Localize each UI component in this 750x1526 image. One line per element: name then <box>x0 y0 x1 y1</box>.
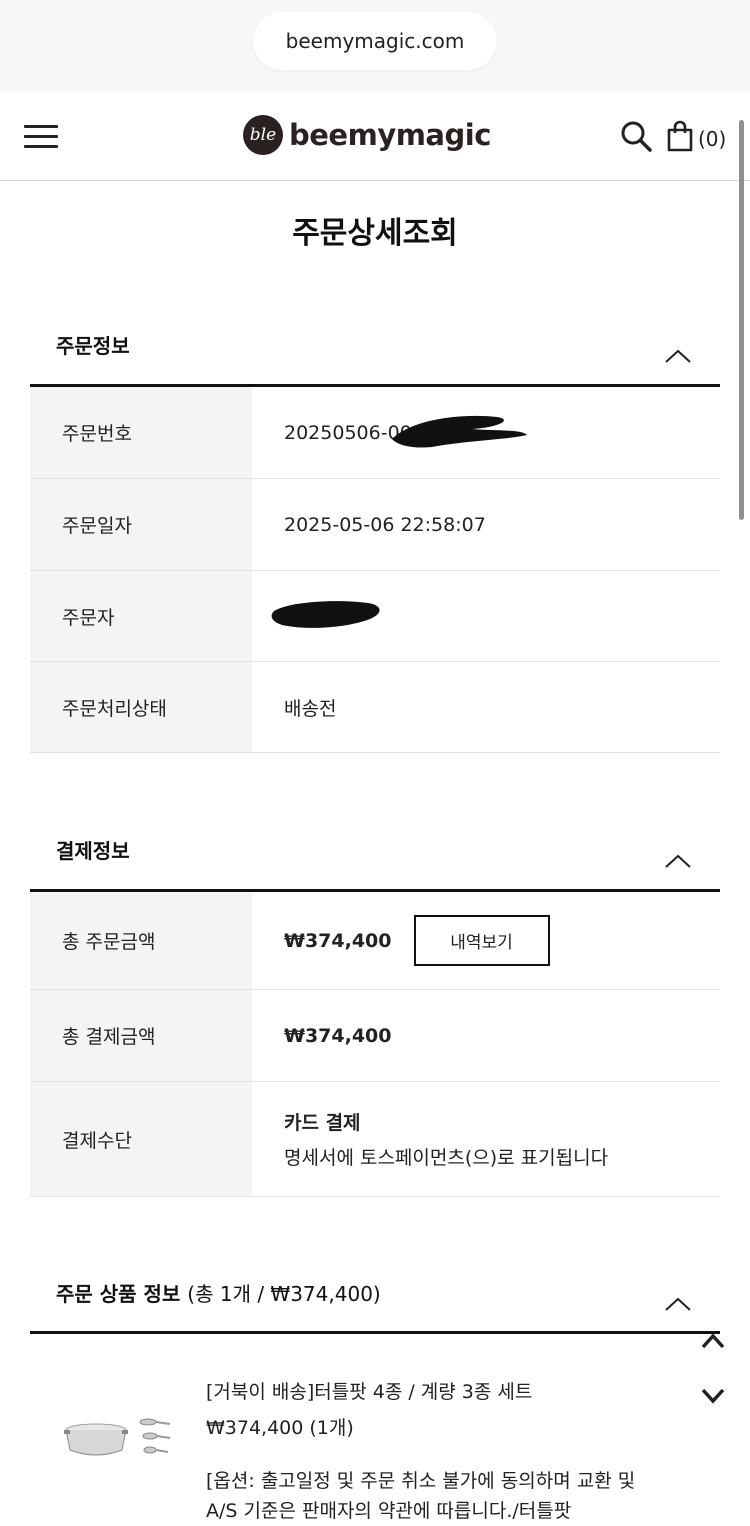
order-date-value: 2025-05-06 22:58:07 <box>284 513 486 536</box>
scroll-down-icon[interactable] <box>700 1387 726 1405</box>
menu-icon[interactable] <box>24 125 58 149</box>
products-summary: (총 1개 / ₩374,400) <box>187 1282 381 1306</box>
divider <box>30 1331 720 1334</box>
scroll-up-icon[interactable] <box>700 1332 726 1350</box>
payment-info-table: 총 주문금액 ₩374,400 내역보기 총 결제금액 ₩374,400 결제수… <box>30 889 720 1197</box>
redaction-mark <box>271 601 380 628</box>
order-info-title: 주문정보 <box>56 334 130 358</box>
order-number-value: 20250506-000 <box>252 387 720 478</box>
products-title: 주문 상품 정보 <box>56 1282 181 1306</box>
table-row: 총 주문금액 ₩374,400 내역보기 <box>30 892 720 990</box>
table-row: 주문처리상태 배송전 <box>30 662 720 753</box>
order-info-header[interactable]: 주문정보 <box>30 330 720 390</box>
scrollbar[interactable] <box>739 120 744 520</box>
logo-text: beemymagic <box>289 118 491 152</box>
order-status-value: 배송전 <box>284 697 337 720</box>
table-row: 주문자 <box>30 571 720 662</box>
site-header: ble beemymagic (0) <box>0 92 750 181</box>
cart-count: (0) <box>698 127 727 151</box>
orderer-value <box>252 571 720 661</box>
table-row: 주문일자 2025-05-06 22:58:07 <box>30 479 720 571</box>
table-row: 주문번호 20250506-000 <box>30 387 720 479</box>
redaction-mark <box>392 415 527 448</box>
url-bar[interactable]: beemymagic.com <box>253 12 497 70</box>
products-title-wrap: 주문 상품 정보 (총 1개 / ₩374,400) <box>56 1278 381 1307</box>
browser-url-area: beemymagic.com <box>0 0 750 92</box>
payment-method-label: 결제수단 <box>30 1082 252 1196</box>
order-info-table: 주문번호 20250506-000 주문일자 2025-05-06 22:58:… <box>30 384 720 753</box>
total-order-label: 총 주문금액 <box>30 892 252 989</box>
chevron-up-icon[interactable] <box>664 348 692 364</box>
cart-icon[interactable] <box>666 120 694 152</box>
product-name[interactable]: [거북이 배송]터틀팟 4종 / 계량 3종 세트 <box>206 1377 532 1404</box>
page-title: 주문상세조회 <box>292 216 458 251</box>
product-image[interactable] <box>60 1410 175 1462</box>
products-header[interactable]: 주문 상품 정보 (총 1개 / ₩374,400) <box>30 1278 720 1338</box>
total-order-value: ₩374,400 <box>284 929 392 952</box>
product-option: [옵션: 출고일정 및 주문 취소 불가에 동의하며 교환 및 A/S 기준은 … <box>206 1470 636 1522</box>
payment-info-title: 결제정보 <box>56 839 130 863</box>
payment-info-header[interactable]: 결제정보 <box>30 835 720 895</box>
order-number-label: 주문번호 <box>30 387 252 478</box>
order-status-label: 주문처리상태 <box>30 662 252 752</box>
logo[interactable]: ble beemymagic <box>243 115 491 155</box>
view-details-button[interactable]: 내역보기 <box>413 915 550 966</box>
search-icon[interactable] <box>620 120 652 152</box>
chevron-up-icon[interactable] <box>664 1296 692 1312</box>
product-price: ₩374,400 (1개) <box>206 1417 354 1439</box>
table-row: 총 결제금액 ₩374,400 <box>30 990 720 1082</box>
total-paid-value: ₩374,400 <box>284 1024 392 1047</box>
payment-method-cell: 카드 결제 명세서에 토스페이먼츠(으)로 표기됩니다 <box>252 1082 720 1196</box>
total-order-cell: ₩374,400 내역보기 <box>252 892 720 989</box>
table-row: 결제수단 카드 결제 명세서에 토스페이먼츠(으)로 표기됩니다 <box>30 1082 720 1197</box>
logo-mark: ble <box>243 115 283 155</box>
payment-method-note: 명세서에 토스페이먼츠(으)로 표기됩니다 <box>284 1147 609 1169</box>
total-paid-label: 총 결제금액 <box>30 990 252 1081</box>
chevron-up-icon[interactable] <box>664 853 692 869</box>
payment-method-value: 카드 결제 <box>284 1112 361 1134</box>
orderer-label: 주문자 <box>30 571 252 661</box>
order-date-label: 주문일자 <box>30 479 252 570</box>
